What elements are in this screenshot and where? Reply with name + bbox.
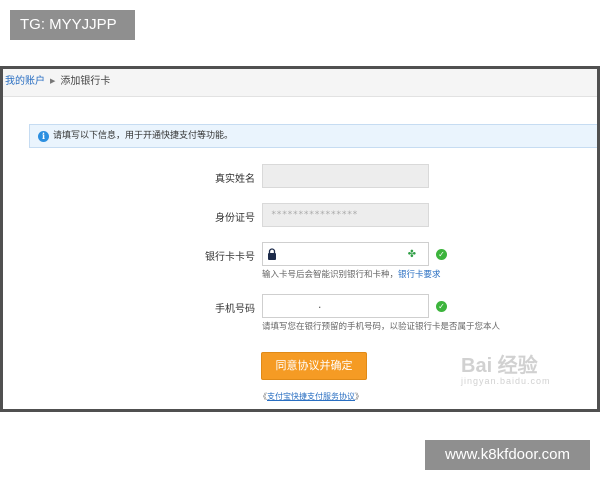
- info-notice-text: 请填写以下信息，用于开通快捷支付等功能。: [53, 131, 234, 141]
- baidu-jingyan-watermark: Bai 经验 jingyan.baidu.com: [461, 349, 591, 399]
- watermark-top-left: TG: MYYJJPP: [10, 10, 135, 40]
- id-number-value: ****************: [271, 210, 358, 220]
- baidu-watermark-main: Bai 经验: [461, 355, 538, 377]
- lock-icon: [268, 248, 276, 260]
- phone-label: 手机号码: [215, 304, 255, 315]
- breadcrumb: 我的账户 ▶ 添加银行卡: [3, 69, 597, 97]
- baidu-watermark-sub: jingyan.baidu.com: [461, 376, 551, 386]
- card-number-hint: 输入卡号后会智能识别银行和卡种，银行卡要求: [262, 268, 441, 280]
- card-number-valid-check-icon: ✓: [436, 249, 447, 260]
- agreement-close-bracket: 》: [355, 392, 363, 401]
- id-number-field: ****************: [262, 203, 429, 227]
- real-name-field: [262, 164, 429, 188]
- phone-valid-check-icon: ✓: [436, 301, 447, 312]
- card-requirements-link[interactable]: 银行卡要求: [398, 270, 441, 280]
- agreement-open-bracket: 《: [259, 392, 267, 401]
- real-name-label: 真实姓名: [215, 174, 255, 185]
- phone-value: .: [317, 301, 323, 311]
- id-number-label: 身份证号: [215, 213, 255, 224]
- breadcrumb-current: 添加银行卡: [60, 76, 111, 87]
- agreement-line: 《支付宝快捷支付服务协议》: [259, 391, 363, 402]
- agree-and-confirm-button[interactable]: 同意协议并确定: [261, 352, 367, 380]
- info-notice: i 请填写以下信息，用于开通快捷支付等功能。: [29, 124, 597, 148]
- card-number-hint-text: 输入卡号后会智能识别银行和卡种，: [262, 270, 399, 280]
- phone-input[interactable]: .: [262, 294, 429, 318]
- card-number-label: 银行卡卡号: [205, 252, 255, 263]
- phone-hint: 请填写您在银行预留的手机号码，以验证银行卡是否属于您本人: [262, 322, 501, 332]
- breadcrumb-my-account-link[interactable]: 我的账户: [5, 76, 45, 87]
- bank-logo-icon: ✤: [408, 246, 416, 261]
- agreement-link[interactable]: 支付宝快捷支付服务协议: [267, 392, 355, 401]
- breadcrumb-arrow-icon: ▶: [50, 77, 56, 85]
- card-number-input[interactable]: ✤: [262, 242, 429, 266]
- watermark-bottom-right: www.k8kfdoor.com: [425, 440, 590, 470]
- info-icon: i: [38, 131, 49, 142]
- app-window: 我的账户 ▶ 添加银行卡 i 请填写以下信息，用于开通快捷支付等功能。 真实姓名 身份…: [0, 66, 600, 412]
